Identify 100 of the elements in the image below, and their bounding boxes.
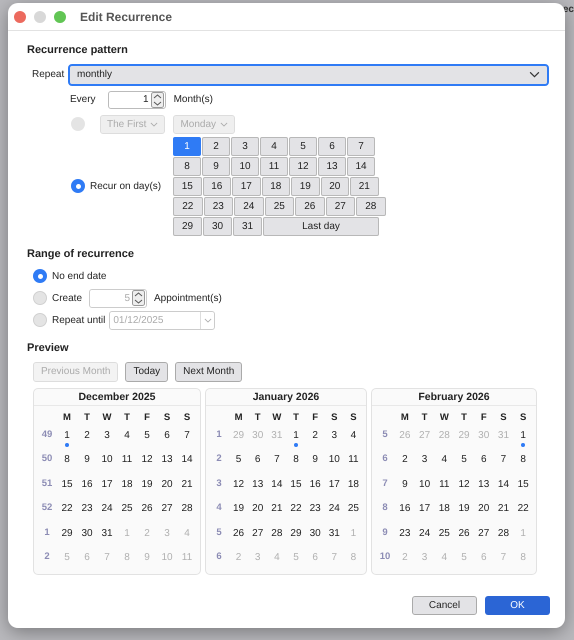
day-button[interactable]: 20 <box>320 176 349 196</box>
calendar-day[interactable]: 10 <box>328 452 340 468</box>
calendar-day[interactable]: 29 <box>290 526 302 541</box>
calendar-day[interactable]: 21 <box>498 501 510 516</box>
calendar-day[interactable]: 18 <box>348 476 359 492</box>
day-button[interactable]: 17 <box>232 176 260 196</box>
calendar-day[interactable]: 16 <box>310 476 321 492</box>
calendar-day[interactable]: 18 <box>121 476 133 492</box>
day-button[interactable]: 24 <box>234 196 264 216</box>
calendar-day[interactable]: 19 <box>458 501 470 516</box>
calendar-day[interactable]: 1 <box>64 428 70 443</box>
calendar-day[interactable]: 16 <box>399 501 410 516</box>
day-button[interactable]: 5 <box>289 136 317 156</box>
calendar-day[interactable]: 31 <box>101 526 113 541</box>
calendar-day[interactable]: 30 <box>81 526 93 541</box>
calendar-day[interactable]: 8 <box>293 452 299 468</box>
calendar-day[interactable]: 25 <box>438 526 450 541</box>
calendar-day[interactable]: 14 <box>271 476 282 492</box>
calendar-day[interactable]: 5 <box>144 428 150 443</box>
calendar-day[interactable]: 16 <box>81 476 93 492</box>
day-button[interactable]: 9 <box>202 156 230 176</box>
calendar-day[interactable]: 2 <box>402 452 408 468</box>
day-button[interactable]: 10 <box>231 156 259 176</box>
calendar-day[interactable]: 4 <box>350 428 356 443</box>
day-button[interactable]: 11 <box>260 156 288 176</box>
calendar-day[interactable]: 1 <box>293 428 299 443</box>
day-button[interactable]: 7 <box>347 136 375 156</box>
zoom-window-icon[interactable] <box>54 10 66 22</box>
calendar-day[interactable]: 6 <box>164 428 170 443</box>
calendar-day[interactable]: 13 <box>161 452 173 468</box>
calendar-day[interactable]: 14 <box>181 452 193 468</box>
calendar-day[interactable]: 17 <box>101 476 113 492</box>
close-window-icon[interactable] <box>14 10 26 22</box>
calendar-day[interactable]: 11 <box>348 452 359 468</box>
calendar-day[interactable]: 1 <box>520 428 526 443</box>
day-button[interactable]: 23 <box>204 196 233 216</box>
radio-button[interactable] <box>33 269 47 283</box>
calendar-day[interactable]: 15 <box>61 476 73 492</box>
calendar-day[interactable]: 7 <box>274 452 280 468</box>
day-button[interactable]: 1 <box>173 136 201 156</box>
calendar-day[interactable]: 11 <box>122 452 132 468</box>
day-button[interactable]: 21 <box>350 176 378 196</box>
calendar-day[interactable]: 18 <box>438 501 450 516</box>
calendar-day[interactable]: 10 <box>101 452 113 468</box>
calendar-day[interactable]: 4 <box>442 452 448 468</box>
calendar-day[interactable]: 31 <box>328 526 340 541</box>
day-button[interactable]: 12 <box>289 156 317 176</box>
calendar-day[interactable]: 19 <box>141 476 153 492</box>
calendar-day[interactable]: 10 <box>419 476 430 492</box>
calendar-day[interactable]: 23 <box>399 526 410 541</box>
day-button[interactable]: 19 <box>291 176 320 196</box>
calendar-day[interactable]: 23 <box>310 501 321 516</box>
day-button[interactable]: 8 <box>173 156 201 176</box>
calendar-day[interactable]: 3 <box>422 452 428 468</box>
calendar-day[interactable]: 8 <box>64 452 70 468</box>
day-button[interactable]: 15 <box>173 176 202 196</box>
calendar-day[interactable]: 26 <box>233 526 244 541</box>
calendar-day[interactable]: 6 <box>480 452 487 468</box>
calendar-day[interactable]: 24 <box>419 526 430 541</box>
calendar-day[interactable]: 28 <box>498 526 510 541</box>
calendar-day[interactable]: 24 <box>328 501 340 516</box>
day-button[interactable]: 28 <box>356 196 386 216</box>
stepper-icon[interactable] <box>150 92 164 108</box>
calendar-day[interactable]: 23 <box>81 501 93 516</box>
day-button[interactable]: 16 <box>202 176 231 196</box>
calendar-day[interactable]: 24 <box>101 501 113 516</box>
calendar-day[interactable]: 13 <box>252 476 264 492</box>
day-button[interactable]: Last day <box>263 216 379 236</box>
dialog-button[interactable]: Cancel <box>412 596 477 614</box>
calendar-day[interactable]: 3 <box>104 428 110 443</box>
calendar-day[interactable]: 9 <box>402 476 408 492</box>
radio-button[interactable] <box>33 313 47 327</box>
calendar-day[interactable]: 28 <box>271 526 282 541</box>
calendar-day[interactable]: 22 <box>518 501 529 516</box>
day-button[interactable]: 6 <box>318 136 346 156</box>
calendar-day[interactable]: 25 <box>348 501 359 516</box>
calendar-day[interactable]: 25 <box>121 501 133 516</box>
calendar-day[interactable]: 26 <box>458 526 470 541</box>
calendar-day[interactable]: 26 <box>141 501 153 516</box>
calendar-day[interactable]: 22 <box>290 501 302 516</box>
day-button[interactable]: 31 <box>233 216 262 236</box>
calendar-day[interactable]: 22 <box>61 501 73 516</box>
calendar-day[interactable]: 27 <box>478 526 490 541</box>
day-button[interactable]: 3 <box>231 136 259 156</box>
calendar-day[interactable]: 5 <box>461 452 467 468</box>
calendar-day[interactable]: 6 <box>254 452 260 468</box>
stepper-icon[interactable] <box>132 290 146 306</box>
calendar-day[interactable]: 20 <box>478 501 490 516</box>
every-field[interactable]: 1 <box>108 90 166 108</box>
day-button[interactable]: 2 <box>202 136 230 156</box>
calendar-day[interactable]: 13 <box>478 476 490 492</box>
calendar-day[interactable]: 3 <box>331 428 338 443</box>
calendar-day[interactable]: 19 <box>233 501 244 516</box>
calendar-day[interactable]: 7 <box>184 428 190 443</box>
calendar-day[interactable]: 20 <box>161 476 173 492</box>
calendar-day[interactable]: 12 <box>141 452 153 468</box>
day-button[interactable]: 18 <box>262 176 290 196</box>
radio-button[interactable] <box>71 179 85 193</box>
day-button[interactable]: 27 <box>326 196 355 216</box>
day-button[interactable]: 13 <box>318 156 346 176</box>
